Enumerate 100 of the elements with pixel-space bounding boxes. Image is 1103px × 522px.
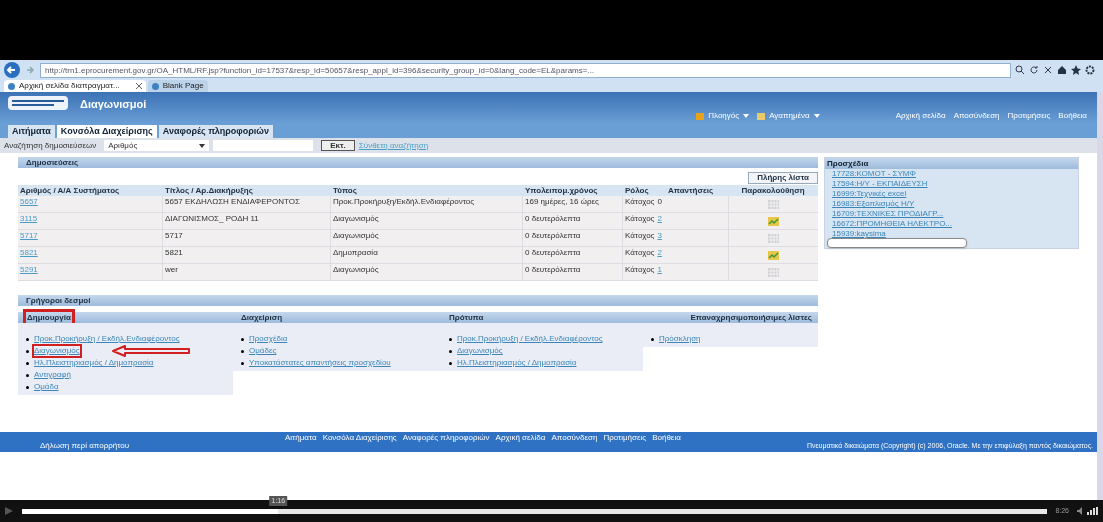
table-cell-text: Κάτοχος [625, 230, 655, 242]
publication-link[interactable]: 5821 [20, 248, 38, 257]
header-link[interactable]: Προτιμήσεις [1007, 110, 1051, 122]
footer-link[interactable]: Αιτήματα [285, 432, 317, 444]
column-header: Υπολειπομ.χρόνος [524, 185, 599, 196]
header-link[interactable]: Βοήθεια [1058, 110, 1087, 122]
footer-link[interactable]: Αποσύνδεση [551, 432, 598, 444]
table-cell: Διαγωνισμός [333, 231, 379, 240]
footer-link[interactable]: Κονσόλα Διαχείρισης [322, 432, 397, 444]
house-icon [696, 112, 705, 120]
publication-link[interactable]: 5717 [20, 231, 38, 240]
header-link[interactable]: Αποσύνδεση [953, 110, 1000, 122]
refresh-icon[interactable] [1029, 65, 1039, 75]
search-select[interactable]: Αριθμός [104, 140, 210, 151]
quick-link[interactable]: Ομάδα [34, 382, 59, 392]
bullet-icon [449, 361, 452, 365]
table-cell: Διαγωνισμός [333, 214, 379, 223]
privacy-link[interactable]: Δήλωση περί απορρήτου [40, 440, 130, 452]
footer-link[interactable]: Προτιμήσεις [603, 432, 647, 444]
draft-link[interactable]: 16983:Εξοπλισμός Η/Υ [832, 199, 915, 209]
group-title: Επαναχρησιμοποιήσιμες λίστες [690, 311, 812, 324]
star-icon[interactable] [1071, 65, 1081, 75]
bullet-icon [651, 337, 654, 341]
table-cell: Διαγωνισμός [333, 265, 379, 274]
responses-link[interactable]: 2 [657, 213, 662, 229]
quick-link[interactable]: Ηλ.Πλειστηριασμός / Δημοπρασία [457, 358, 577, 368]
go-button[interactable]: Εκτ. [321, 140, 355, 151]
quick-link[interactable]: Πρόσκληση [659, 334, 701, 344]
chart-grid-icon[interactable] [768, 250, 779, 260]
draft-link[interactable]: 16999:Τεχνικές excel [832, 189, 907, 199]
group-title: Δημιουργία [26, 311, 72, 324]
caret-icon [743, 114, 750, 118]
address-field[interactable]: http://trn1.eprocurement.gov.gr/OA_HTML/RF.jsp?function_id=17537&resp_id=50657&resp_appl_id=396&security_group_id=0&lang_code=EL&params=... [40, 62, 1011, 78]
draft-link[interactable]: 15939:kaysima [832, 229, 886, 239]
column-header: Αριθμός / Α/Α Συστήματος [19, 185, 121, 196]
search-label: Αναζήτηση δημοσιεύσεων [4, 139, 97, 152]
quick-link[interactable]: Διαγωνισμός [457, 346, 503, 356]
publication-link[interactable]: 3115 [20, 214, 38, 223]
table-cell-text: Κάτοχος [625, 247, 655, 259]
quick-link[interactable]: Υποκατάστατες απαντήσεις προσχεδίου [249, 358, 391, 368]
close-icon[interactable] [135, 83, 142, 89]
close-icon[interactable] [1043, 65, 1053, 75]
column-header: Τίτλος / Αρ.Διακήρυξης [164, 185, 254, 196]
tab[interactable]: Κονσόλα Διαχείρισης [56, 125, 157, 138]
quick-link[interactable]: Προσχέδια [249, 334, 288, 344]
footer-link[interactable]: Αρχική σελίδα [495, 432, 546, 444]
footer-link[interactable]: Βοήθεια [652, 432, 681, 444]
advanced-search-link[interactable]: Σύνθετη αναζήτηση [358, 139, 429, 152]
draft-link[interactable]: 17728:ΚΟΜΟΤ - ΣΥΜΦ [832, 169, 916, 179]
responses-link[interactable]: 3 [657, 230, 662, 246]
page-icon [151, 82, 159, 90]
full-list-button[interactable]: Πλήρης λίστα [748, 172, 818, 184]
volume-icon[interactable] [1077, 507, 1099, 515]
chart-grid-icon[interactable] [768, 216, 779, 226]
quick-link[interactable]: Αντιγραφή [34, 370, 71, 380]
tab[interactable]: Αναφορές πληροφοριών [158, 125, 273, 138]
publication-link[interactable]: 5291 [20, 265, 38, 274]
draft-link[interactable]: 17594:Η/Υ - ΕΚΠΑΙΔΕΥΣΗ [832, 179, 928, 189]
quick-link[interactable]: Προκ.Προκήρυξη / Εκδήλ.Ενδιαφέροντος [457, 334, 603, 344]
menu-button[interactable]: Αγαπημένα [757, 110, 820, 122]
footer-link[interactable]: Αναφορές πληροφοριών [402, 432, 490, 444]
bullet-icon [26, 337, 29, 341]
responses-link[interactable]: 1 [657, 264, 662, 280]
tab[interactable]: Αιτήματα [8, 125, 55, 138]
table-cell: ΔΙΑΓΩΝΙΣΜΟΣ_ ΡΟΔΗ 11 [165, 214, 259, 223]
column-header: Τύπος [332, 185, 358, 196]
browser-tab[interactable]: Blank Page [147, 80, 208, 92]
play-icon[interactable] [4, 506, 14, 516]
bullet-icon [26, 361, 29, 365]
column-header: Παρακολούθηση [740, 185, 806, 196]
group-title: Πρότυπα [449, 311, 484, 324]
table-cell: wer [165, 265, 178, 274]
table-cell: 0 δευτερόλεπτα [525, 214, 581, 223]
quick-link[interactable]: Προκ.Προκήρυξη / Εκδήλ.Ενδιαφέροντος [34, 334, 180, 344]
caret-icon [199, 143, 206, 148]
responses-link[interactable]: 2 [657, 247, 662, 263]
section-header: Προσχέδια [825, 158, 1078, 169]
table-cell: 0 δευτερόλεπτα [525, 248, 581, 257]
logo [8, 96, 68, 110]
search-icon[interactable] [1015, 65, 1025, 75]
gear-icon[interactable] [1085, 65, 1095, 75]
draft-link[interactable]: 16709:ΤΕΧΝΙΚΕΣ ΠΡΟΔΙΑΓΡ... [832, 209, 944, 219]
app-title: Διαγωνισμοί [80, 97, 147, 112]
quick-link[interactable]: Διαγωνισμός [34, 346, 80, 356]
table-cell: 0 δευτερόλεπτα [525, 231, 581, 240]
bullet-icon [241, 349, 244, 353]
quick-link[interactable]: Ηλ.Πλειστηριασμός / Δημοπρασία [34, 358, 154, 368]
back-button[interactable] [4, 62, 20, 78]
home-icon[interactable] [1057, 65, 1067, 75]
bullet-icon [449, 349, 452, 353]
menu-button[interactable]: Πλοηγός [696, 110, 750, 122]
page-icon [8, 82, 15, 90]
publication-link[interactable]: 5657 [20, 197, 38, 206]
bullet-icon [26, 373, 29, 377]
browser-tab[interactable]: Αρχική σελίδα διαπραγματ... [4, 80, 146, 92]
quick-link[interactable]: Ομάδες [249, 346, 277, 356]
arrow-icon [111, 345, 191, 357]
draft-link[interactable]: 16672:ΠΡΟΜΗΘΕΙΑ ΗΛΕΚΤΡΟ... [832, 219, 953, 229]
header-link[interactable]: Αρχική σελίδα [895, 110, 946, 122]
search-field[interactable] [213, 140, 314, 151]
